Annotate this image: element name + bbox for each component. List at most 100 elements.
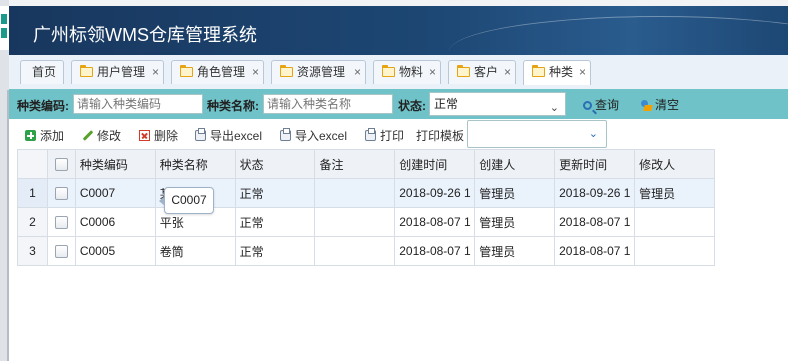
folder-icon	[532, 65, 545, 77]
row-number: 1	[17, 178, 48, 208]
cell-code: C0006	[74, 207, 156, 237]
app-header: 广州标领WMS仓库管理系统	[9, 6, 788, 55]
close-icon[interactable]: ×	[429, 61, 436, 83]
row-checkbox-cell	[46, 178, 76, 208]
logo-fragment	[0, 6, 9, 50]
print-template-select[interactable]: ⌄	[467, 120, 607, 148]
cell-modifier: 管理员	[634, 178, 715, 208]
status-select-value: 正常	[434, 97, 459, 111]
folder-icon	[80, 65, 93, 77]
folder-icon	[180, 65, 193, 77]
column-header[interactable]: 创建人	[474, 149, 556, 179]
cell-remark	[314, 236, 396, 266]
tab-label: 角色管理	[197, 65, 246, 79]
import-excel-label: 导入excel	[295, 129, 348, 143]
row-number-header	[17, 149, 48, 179]
grid-header-row: 种类编码 种类名称 状态 备注 创建时间 创建人 更新时间 修改人	[17, 149, 715, 179]
clear-icon	[640, 99, 652, 112]
excel-export-icon	[195, 128, 206, 141]
search-icon	[583, 101, 592, 111]
excel-import-icon	[280, 128, 291, 141]
tab-customer[interactable]: 客户 ×	[448, 60, 516, 84]
cell-updated: 2018-09-26 1	[554, 178, 636, 208]
column-header[interactable]: 种类编码	[74, 149, 156, 179]
cell-code: C0007	[74, 178, 156, 208]
left-panel-edge	[0, 0, 9, 361]
header-decoration	[449, 16, 788, 55]
close-icon[interactable]: ×	[252, 61, 259, 83]
tab-resource-management[interactable]: 资源管理 ×	[271, 60, 366, 84]
cell-name: 卷筒	[154, 236, 236, 266]
cell-updated: 2018-08-07 1	[554, 207, 636, 237]
tab-role-management[interactable]: 角色管理 ×	[171, 60, 264, 84]
table-row[interactable]: 2 C0006 平张 正常 2018-08-07 1 管理员 2018-08-0…	[17, 207, 715, 237]
folder-icon	[382, 65, 395, 77]
add-button[interactable]: 添加	[25, 127, 64, 144]
tab-material[interactable]: 物料 ×	[373, 60, 441, 84]
print-button-label: 打印	[380, 129, 405, 143]
tab-home[interactable]: 首页	[20, 60, 64, 84]
column-header[interactable]: 种类名称	[154, 149, 236, 179]
close-icon[interactable]: ×	[504, 61, 511, 83]
search-button[interactable]: 查询	[583, 96, 619, 113]
edit-button-label: 修改	[97, 129, 122, 143]
print-template-label: 打印模板	[416, 129, 465, 143]
table-row[interactable]: 1 C0007 某 正常 2018-09-26 1 管理员 2018-09-26…	[17, 178, 715, 208]
cell-created: 2018-08-07 1	[394, 207, 476, 237]
column-header[interactable]: 修改人	[634, 149, 715, 179]
tab-category[interactable]: 种类 ×	[523, 60, 591, 85]
close-icon[interactable]: ×	[354, 61, 361, 83]
app-title: 广州标领WMS仓库管理系统	[33, 25, 257, 45]
delete-button-label: 删除	[154, 129, 179, 143]
close-icon[interactable]: ×	[152, 61, 159, 83]
row-checkbox[interactable]	[54, 216, 68, 230]
row-number: 3	[17, 236, 48, 266]
export-excel-label: 导出excel	[210, 129, 263, 143]
select-all-checkbox[interactable]	[54, 158, 68, 172]
tab-user-management[interactable]: 用户管理 ×	[71, 60, 164, 84]
table-row[interactable]: 3 C0005 卷筒 正常 2018-08-07 1 管理员 2018-08-0…	[17, 236, 715, 266]
filter-bar: 种类编码: 种类名称: 状态: 正常 ⌄ 查询 清空	[9, 89, 788, 119]
cell-modifier	[634, 236, 715, 266]
edit-icon	[82, 130, 93, 141]
status-select[interactable]: 正常 ⌄	[429, 92, 566, 116]
clear-button-label: 清空	[655, 98, 680, 112]
import-excel-button[interactable]: 导入excel	[280, 127, 347, 144]
cell-remark	[314, 178, 396, 208]
delete-icon	[139, 130, 150, 141]
row-checkbox[interactable]	[54, 187, 68, 201]
add-icon	[25, 130, 36, 141]
cell-code: C0005	[74, 236, 156, 266]
edit-button[interactable]: 修改	[82, 127, 121, 144]
cell-modifier	[634, 207, 715, 237]
category-name-label: 种类名称:	[207, 99, 259, 113]
search-button-label: 查询	[595, 98, 620, 112]
row-number: 2	[17, 207, 48, 237]
tab-label: 用户管理	[97, 65, 146, 79]
add-button-label: 添加	[40, 129, 65, 143]
row-checkbox[interactable]	[54, 245, 68, 259]
column-header[interactable]: 更新时间	[554, 149, 636, 179]
column-header[interactable]: 备注	[314, 149, 396, 179]
tab-bar: 首页 用户管理 × 角色管理 × 资源管理 × 物料 × 客户 × 种类 ×	[9, 55, 788, 90]
cell-creator: 管理员	[474, 207, 556, 237]
row-checkbox-cell	[46, 207, 76, 237]
action-toolbar: 添加 修改 删除 导出excel 导入excel 打印 打印模板 ⌄	[9, 119, 788, 149]
column-header[interactable]: 状态	[234, 149, 316, 179]
status-label: 状态:	[398, 99, 426, 113]
delete-button[interactable]: 删除	[139, 127, 178, 144]
category-code-input[interactable]	[73, 94, 203, 114]
tab-label: 首页	[32, 65, 57, 79]
print-button[interactable]: 打印	[365, 127, 404, 144]
cell-status: 正常	[234, 207, 316, 237]
folder-icon	[457, 65, 470, 77]
column-header[interactable]: 创建时间	[394, 149, 476, 179]
row-checkbox-cell	[46, 236, 76, 266]
export-excel-button[interactable]: 导出excel	[195, 127, 262, 144]
cell-created: 2018-09-26 1	[394, 178, 476, 208]
close-icon[interactable]: ×	[579, 61, 586, 83]
clear-button[interactable]: 清空	[640, 96, 679, 113]
cell-status: 正常	[234, 236, 316, 266]
category-name-input[interactable]	[263, 94, 393, 114]
tab-label: 物料	[399, 65, 424, 79]
